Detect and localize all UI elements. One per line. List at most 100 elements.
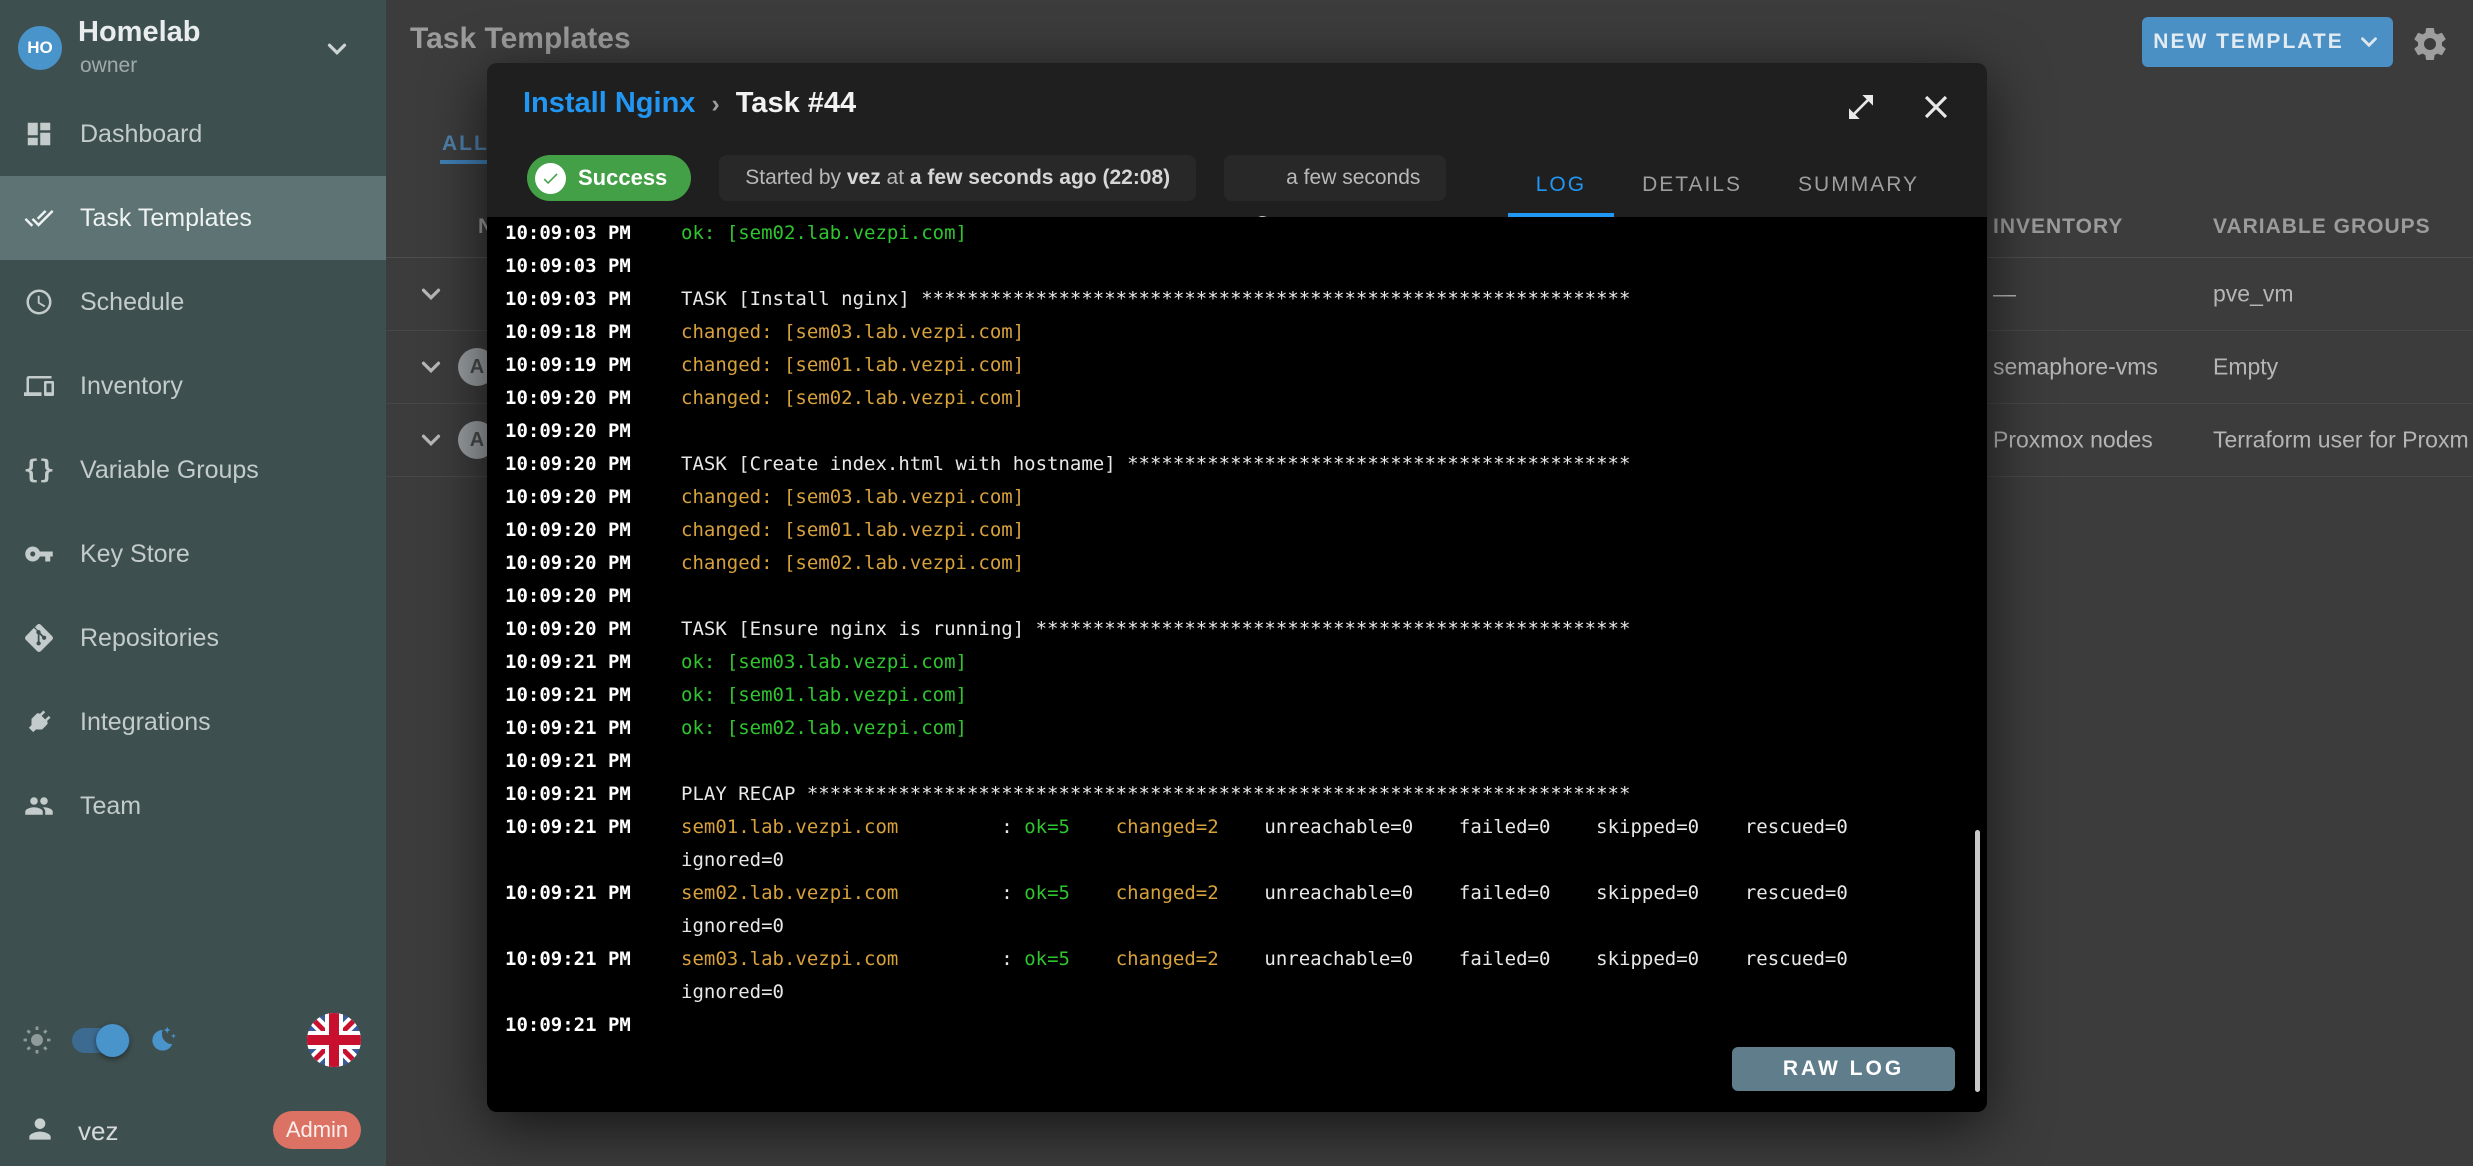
log-timestamp: 10:09:21 PM: [487, 679, 681, 712]
log-line: 10:09:18 PMchanged: [sem03.lab.vezpi.com…: [487, 316, 1987, 349]
theme-toggle-thumb[interactable]: [96, 1024, 129, 1057]
started-prefix: Started by: [745, 166, 847, 190]
breadcrumb-template-link[interactable]: Install Nginx: [523, 87, 695, 120]
raw-log-button[interactable]: RAW LOG: [1732, 1047, 1955, 1091]
chevron-down-icon[interactable]: [416, 352, 446, 382]
log-scrollbar[interactable]: [1975, 830, 1980, 1092]
chevron-down-icon: [2356, 29, 2382, 55]
task-templates-icon: [24, 203, 54, 233]
log-line: 10:09:21 PMsem03.lab.vezpi.com : ok=5 ch…: [487, 943, 1987, 976]
schedule-icon: [24, 287, 54, 317]
breadcrumb: Install Nginx › Task #44: [523, 87, 856, 120]
sidebar-item-task-templates[interactable]: Task Templates: [0, 176, 386, 260]
log-line: ignored=0: [487, 844, 1987, 877]
log-line: 10:09:20 PMTASK [Create index.html with …: [487, 448, 1987, 481]
log-message: changed: [sem03.lab.vezpi.com]: [681, 481, 1024, 514]
log-message: changed: [sem03.lab.vezpi.com]: [681, 316, 1024, 349]
team-role: owner: [80, 54, 137, 78]
sidebar-item-key-store[interactable]: Key Store: [0, 512, 386, 596]
variable-groups-icon: {}: [24, 455, 54, 485]
team-name[interactable]: Homelab: [78, 16, 200, 49]
integrations-icon: [24, 707, 54, 737]
log-line: 10:09:20 PMTASK [Ensure nginx is running…: [487, 613, 1987, 646]
cell-inventory: —: [1993, 281, 2016, 308]
started-time: a few seconds ago (22:08): [910, 166, 1170, 190]
chevron-down-icon[interactable]: [416, 279, 446, 309]
check-circle-icon: [535, 163, 566, 194]
log-line: 10:09:21 PMok: [sem01.lab.vezpi.com]: [487, 679, 1987, 712]
log-message: changed: [sem01.lab.vezpi.com]: [681, 514, 1024, 547]
log-message: ok: [sem03.lab.vezpi.com]: [681, 646, 967, 679]
duration-chip: a few seconds: [1224, 155, 1446, 201]
log-timestamp: 10:09:20 PM: [487, 514, 681, 547]
log-message: changed: [sem01.lab.vezpi.com]: [681, 349, 1024, 382]
log-line: 10:09:20 PM: [487, 415, 1987, 448]
cell-variable-groups: pve_vm: [2213, 281, 2294, 308]
chevron-down-icon[interactable]: [416, 425, 446, 455]
log-timestamp: 10:09:19 PM: [487, 349, 681, 382]
log-timestamp: [487, 844, 681, 877]
log-timestamp: 10:09:21 PM: [487, 712, 681, 745]
key-store-icon: [24, 539, 54, 569]
sidebar-item-label: Key Store: [80, 540, 190, 569]
tab-summary[interactable]: SUMMARY: [1770, 153, 1947, 217]
sidebar-item-inventory[interactable]: Inventory: [0, 344, 386, 428]
sidebar-item-label: Repositories: [80, 624, 219, 653]
status-row: Success Started by vez at a few seconds …: [527, 155, 1446, 201]
log-message: changed: [sem02.lab.vezpi.com]: [681, 547, 1024, 580]
log-line: 10:09:21 PMok: [sem03.lab.vezpi.com]: [487, 646, 1987, 679]
log-timestamp: 10:09:20 PM: [487, 415, 681, 448]
log-message: ignored=0: [681, 910, 784, 943]
team-icon: [24, 791, 54, 821]
log-message: TASK [Create index.html with hostname] *…: [681, 448, 1630, 481]
log-timestamp: 10:09:20 PM: [487, 481, 681, 514]
page-title: Task Templates: [410, 22, 631, 56]
log-message: ignored=0: [681, 844, 784, 877]
sidebar-item-label: Task Templates: [80, 204, 252, 233]
person-icon: [24, 1113, 56, 1145]
sun-icon: [20, 1023, 54, 1057]
sidebar-item-team[interactable]: Team: [0, 764, 386, 848]
log-timestamp: 10:09:21 PM: [487, 745, 681, 778]
log-line: 10:09:21 PMsem02.lab.vezpi.com : ok=5 ch…: [487, 877, 1987, 910]
cell-variable-groups: Terraform user for Proxm: [2213, 427, 2469, 454]
tab-log[interactable]: LOG: [1508, 153, 1614, 217]
breadcrumb-task-title: Task #44: [736, 87, 856, 120]
team-avatar[interactable]: HO: [18, 26, 62, 70]
log-line: 10:09:20 PMchanged: [sem01.lab.vezpi.com…: [487, 514, 1987, 547]
sidebar-item-label: Schedule: [80, 288, 184, 317]
log-timestamp: 10:09:21 PM: [487, 811, 681, 844]
expand-icon[interactable]: [1845, 91, 1877, 123]
language-flag-uk[interactable]: [307, 1013, 361, 1067]
column-header-inventory: INVENTORY: [1993, 215, 2123, 239]
sidebar-item-label: Team: [80, 792, 141, 821]
log-line: 10:09:19 PMchanged: [sem01.lab.vezpi.com…: [487, 349, 1987, 382]
started-middle: at: [881, 166, 910, 190]
chevron-down-icon[interactable]: [322, 34, 352, 64]
new-template-button[interactable]: NEW TEMPLATE: [2142, 17, 2393, 67]
tab-details[interactable]: DETAILS: [1614, 153, 1770, 217]
sidebar-item-variable-groups[interactable]: {}Variable Groups: [0, 428, 386, 512]
sidebar-item-dashboard[interactable]: Dashboard: [0, 92, 386, 176]
log-timestamp: 10:09:03 PM: [487, 283, 681, 316]
sidebar-item-repositories[interactable]: Repositories: [0, 596, 386, 680]
log-timestamp: 10:09:21 PM: [487, 943, 681, 976]
gear-icon[interactable]: [2410, 24, 2450, 64]
sidebar-item-label: Inventory: [80, 372, 183, 401]
tab-all-underline: [440, 160, 492, 164]
sidebar-item-schedule[interactable]: Schedule: [0, 260, 386, 344]
log-timestamp: 10:09:20 PM: [487, 382, 681, 415]
close-icon[interactable]: [1917, 88, 1955, 126]
column-header-variable-groups: VARIABLE GROUPS: [2213, 215, 2431, 239]
log-message: sem02.lab.vezpi.com : ok=5 changed=2 unr…: [681, 877, 1848, 910]
log-timestamp: 10:09:18 PM: [487, 316, 681, 349]
log-timestamp: 10:09:20 PM: [487, 613, 681, 646]
log-timestamp: 10:09:20 PM: [487, 580, 681, 613]
sidebar-item-integrations[interactable]: Integrations: [0, 680, 386, 764]
status-badge: Success: [527, 155, 691, 201]
log-timestamp: 10:09:03 PM: [487, 217, 681, 250]
user-row[interactable]: vez Admin: [0, 1108, 386, 1154]
tab-all[interactable]: ALL: [442, 132, 489, 156]
log-line: 10:09:20 PMchanged: [sem02.lab.vezpi.com…: [487, 382, 1987, 415]
log-timestamp: 10:09:21 PM: [487, 646, 681, 679]
